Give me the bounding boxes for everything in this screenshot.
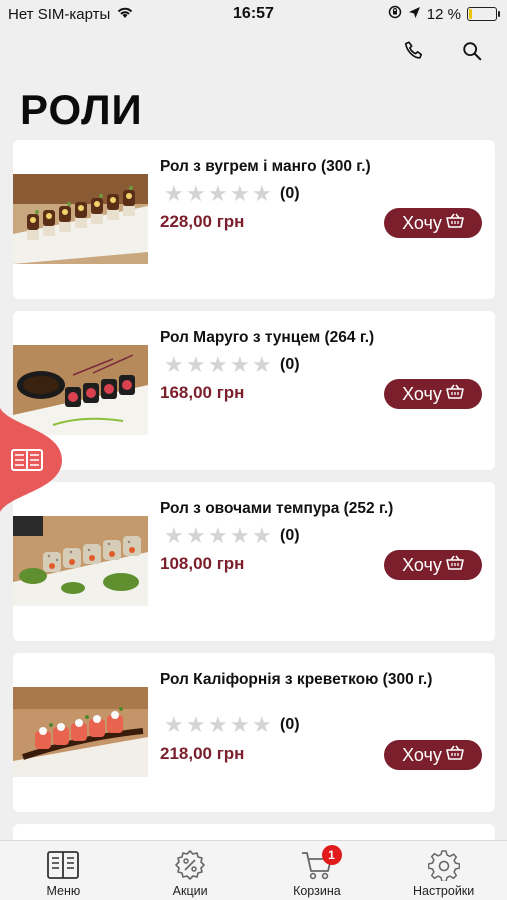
rating-count: (0)	[280, 716, 300, 733]
product-photo[interactable]	[13, 174, 148, 264]
battery-percent: 12 %	[426, 5, 461, 23]
star-icon[interactable]: ★	[186, 354, 206, 376]
tab-settings[interactable]: Настройки	[380, 841, 507, 900]
star-icon[interactable]: ★	[164, 354, 184, 376]
basket-icon	[446, 745, 464, 766]
product-title[interactable]: Рол Маруго з тунцем (264 г.)	[160, 327, 460, 348]
want-button-label: Хочу	[402, 212, 442, 233]
star-icon[interactable]: ★	[186, 714, 206, 736]
rating[interactable]: ★ ★ ★ ★ ★ (0)	[164, 525, 300, 547]
cart-badge: 1	[321, 845, 342, 865]
product-price: 168,00 грн	[160, 383, 245, 402]
side-menu-tab[interactable]	[0, 408, 62, 512]
rating-stars[interactable]: ★ ★ ★ ★ ★	[164, 354, 272, 376]
search-icon[interactable]	[459, 38, 485, 64]
star-icon[interactable]: ★	[186, 525, 206, 547]
star-icon[interactable]: ★	[230, 183, 250, 205]
rating-stars[interactable]: ★ ★ ★ ★ ★	[164, 525, 272, 547]
rating-count: (0)	[280, 185, 300, 202]
tab-label: Корзина	[293, 884, 341, 898]
rating[interactable]: ★ ★ ★ ★ ★ (0)	[164, 714, 300, 736]
basket-icon	[446, 384, 464, 405]
tab-label: Акции	[172, 884, 208, 898]
star-icon[interactable]: ★	[164, 183, 184, 205]
product-list: Рол з вугрем і манго (300 г.) ★ ★ ★ ★ ★ (0) …	[13, 140, 495, 856]
phone-icon[interactable]	[401, 38, 427, 64]
product-photo[interactable]	[13, 687, 148, 777]
want-button[interactable]: Хочу	[384, 740, 482, 770]
rating-count: (0)	[280, 527, 300, 544]
product-title[interactable]: Рол з овочами темпура (252 г.)	[160, 498, 460, 519]
star-icon[interactable]: ★	[252, 714, 272, 736]
star-icon[interactable]: ★	[208, 525, 228, 547]
page-title: РОЛИ	[20, 86, 143, 133]
star-icon[interactable]: ★	[252, 525, 272, 547]
star-icon[interactable]: ★	[252, 183, 272, 205]
location-arrow-icon	[408, 6, 421, 23]
rating-stars[interactable]: ★ ★ ★ ★ ★	[164, 183, 272, 205]
battery-fill	[469, 9, 473, 19]
gear-icon	[427, 849, 461, 881]
status-bar: Нет SIM-карты 16:57 12 %	[0, 0, 507, 28]
want-button-label: Хочу	[402, 744, 442, 765]
orientation-lock-icon	[388, 5, 402, 23]
star-icon[interactable]: ★	[230, 354, 250, 376]
star-icon[interactable]: ★	[164, 714, 184, 736]
star-icon[interactable]: ★	[230, 525, 250, 547]
product-title[interactable]: Рол Каліфорнія з креветкою (300 г.)	[160, 669, 460, 690]
discount-icon	[173, 849, 207, 881]
want-button-label: Хочу	[402, 383, 442, 404]
star-icon[interactable]: ★	[208, 183, 228, 205]
star-icon[interactable]: ★	[230, 714, 250, 736]
product-price: 218,00 грн	[160, 744, 245, 763]
star-icon[interactable]: ★	[186, 183, 206, 205]
bottom-tab-bar: Меню Акции 1 Корзина Настройки	[0, 840, 507, 900]
basket-icon	[446, 555, 464, 576]
status-right: 12 %	[388, 5, 500, 23]
tab-label: Настройки	[412, 884, 475, 898]
menu-book-icon	[46, 849, 80, 881]
rating-count: (0)	[280, 356, 300, 373]
product-card[interactable]: Рол з вугрем і манго (300 г.) ★ ★ ★ ★ ★ (0) …	[13, 140, 495, 299]
want-button[interactable]: Хочу	[384, 208, 482, 238]
product-price: 108,00 грн	[160, 554, 245, 573]
product-title[interactable]: Рол з вугрем і манго (300 г.)	[160, 156, 460, 177]
tab-cart[interactable]: 1 Корзина	[254, 841, 381, 900]
want-button[interactable]: Хочу	[384, 550, 482, 580]
star-icon[interactable]: ★	[252, 354, 272, 376]
product-price: 228,00 грн	[160, 212, 245, 231]
basket-icon	[446, 213, 464, 234]
tab-promotions[interactable]: Акции	[127, 841, 254, 900]
product-card[interactable]: Рол Каліфорнія з креветкою (300 г.) ★ ★ ★ ★…	[13, 653, 495, 812]
battery-icon	[467, 7, 500, 21]
star-icon[interactable]: ★	[164, 525, 184, 547]
product-card[interactable]: Рол з овочами темпура (252 г.) ★ ★ ★ ★ ★ (0)…	[13, 482, 495, 641]
rating[interactable]: ★ ★ ★ ★ ★ (0)	[164, 354, 300, 376]
want-button-label: Хочу	[402, 554, 442, 575]
star-icon[interactable]: ★	[208, 714, 228, 736]
rating-stars[interactable]: ★ ★ ★ ★ ★	[164, 714, 272, 736]
header-actions	[401, 38, 485, 64]
tab-menu[interactable]: Меню	[0, 841, 127, 900]
product-card[interactable]: Рол Маруго з тунцем (264 г.) ★ ★ ★ ★ ★ (0) 1…	[13, 311, 495, 470]
star-icon[interactable]: ★	[208, 354, 228, 376]
want-button[interactable]: Хочу	[384, 379, 482, 409]
tab-label: Меню	[46, 884, 81, 898]
product-photo[interactable]	[13, 516, 148, 606]
rating[interactable]: ★ ★ ★ ★ ★ (0)	[164, 183, 300, 205]
